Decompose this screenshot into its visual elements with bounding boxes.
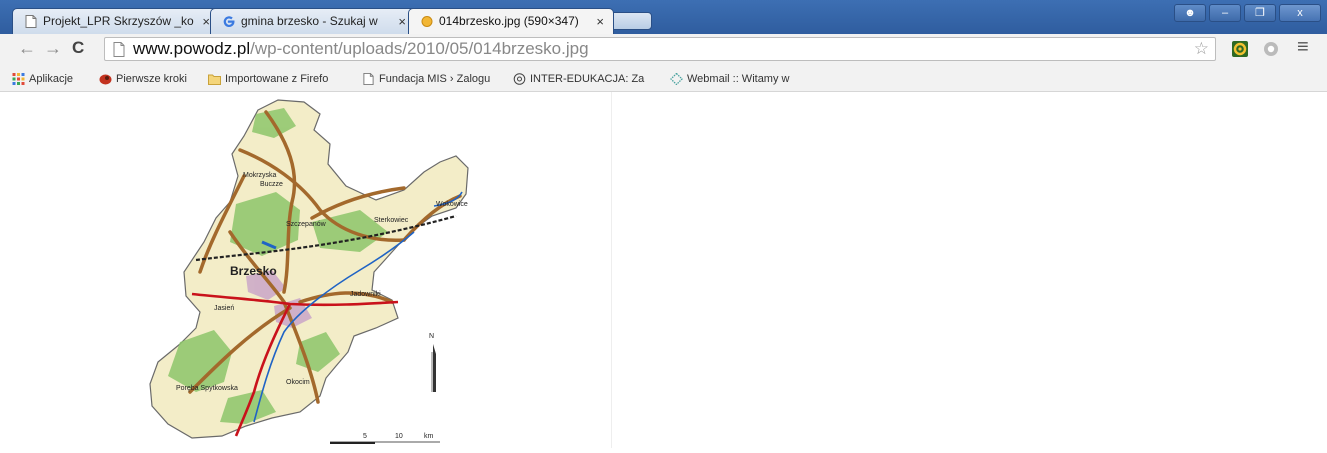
- bookmarks-bar: Aplikacje Pierwsze kroki Importowane z F…: [0, 64, 1327, 92]
- forward-button[interactable]: →: [44, 38, 62, 58]
- reload-button[interactable]: C: [72, 38, 84, 58]
- webmail-icon: [670, 73, 683, 85]
- bookmark-label: Aplikacje: [29, 73, 74, 85]
- url-text: www.powodz.pl/wp-content/uploads/2010/05…: [133, 39, 589, 59]
- label-jadowniki: Jadowniki: [350, 291, 381, 298]
- bookmark-label: Fundacja MIS › Zalogu: [379, 73, 491, 85]
- globe-icon: [513, 73, 526, 85]
- page-icon: [25, 15, 37, 28]
- label-sterkowiec: Sterkowiec: [374, 217, 409, 224]
- label-jasien: Jasień: [214, 305, 234, 312]
- scale-10: 10: [395, 433, 403, 440]
- bookmark-webmail[interactable]: Webmail :: Witamy w: [670, 71, 810, 87]
- tab-gmina-brzesko[interactable]: gmina brzesko - Szukaj w ×: [210, 8, 416, 34]
- minimize-button[interactable]: –: [1209, 4, 1241, 22]
- scale-5: 5: [363, 433, 367, 440]
- bookmark-label: INTER-EDUKACJA: Za: [530, 73, 645, 85]
- bookmark-label: Pierwsze kroki: [116, 73, 187, 85]
- menu-button[interactable]: ≡: [1297, 37, 1309, 57]
- extension-ghost-icon[interactable]: [1262, 40, 1280, 58]
- user-icon[interactable]: ☻: [1174, 4, 1206, 22]
- bookmark-pierwsze-kroki[interactable]: Pierwsze kroki: [99, 71, 201, 87]
- close-icon[interactable]: ×: [202, 9, 210, 34]
- window-controls: ☻ – ❐ x: [1174, 4, 1321, 22]
- label-okocim: Okocim: [286, 379, 310, 386]
- north-label: N: [429, 333, 434, 340]
- folder-icon: [208, 74, 221, 85]
- label-szczepanow: Szczepanów: [286, 221, 327, 228]
- bookmark-label: Importowane z Firefo: [225, 73, 329, 85]
- url-host: www.powodz.pl: [133, 39, 251, 58]
- browser-toolbar: ← → C www.powodz.pl/wp-content/uploads/2…: [0, 34, 1327, 64]
- google-icon: [223, 16, 235, 28]
- label-mokrzyska: Mokrzyska: [243, 172, 277, 179]
- address-bar[interactable]: www.powodz.pl/wp-content/uploads/2010/05…: [104, 37, 1216, 61]
- bookmark-star-icon[interactable]: ☆: [1194, 39, 1209, 59]
- tab-label: gmina brzesko - Szukaj w: [241, 14, 378, 28]
- bookmark-aplikacje[interactable]: Aplikacje: [12, 71, 92, 87]
- label-brzesko: Brzesko: [230, 264, 277, 278]
- tab-strip: Projekt_LPR Skrzyszów _ko × gmina brzesk…: [0, 0, 1327, 34]
- bookmark-importowane[interactable]: Importowane z Firefo: [208, 71, 344, 87]
- bookmark-inter-edukacja[interactable]: INTER-EDUKACJA: Za: [513, 71, 656, 87]
- tab-label: Projekt_LPR Skrzyszów _ko: [43, 14, 194, 28]
- north-arrow-icon: [433, 344, 436, 392]
- extension-target-icon[interactable]: [1231, 40, 1249, 58]
- tab-014brzesko-jpg[interactable]: 014brzesko.jpg (590×347) ×: [408, 8, 614, 34]
- apps-grid-icon: [12, 73, 25, 85]
- back-button[interactable]: ←: [18, 38, 36, 58]
- close-window-button[interactable]: x: [1279, 4, 1321, 22]
- bookmark-label: Webmail :: Witamy w: [687, 73, 790, 85]
- page-icon: [113, 42, 125, 57]
- close-icon[interactable]: ×: [596, 9, 604, 34]
- firefox-icon: [99, 74, 112, 85]
- label-wokowice: Wokowice: [436, 201, 468, 208]
- tab-label: 014brzesko.jpg (590×347): [439, 14, 579, 28]
- map-image: Mokrzyska Buczze Szczepanów Wokowice Ste…: [0, 92, 612, 448]
- scale-unit: km: [424, 433, 434, 440]
- label-buczze: Buczze: [260, 181, 283, 188]
- url-path: /wp-content/uploads/2010/05/014brzesko.j…: [250, 39, 589, 58]
- restore-button[interactable]: ❐: [1244, 4, 1276, 22]
- bookmark-fundacja-mis[interactable]: Fundacja MIS › Zalogu: [362, 71, 506, 87]
- image-viewer: Mokrzyska Buczze Szczepanów Wokowice Ste…: [0, 92, 1327, 448]
- tab-projekt-lpr[interactable]: Projekt_LPR Skrzyszów _ko ×: [12, 8, 220, 34]
- page-icon: [363, 73, 374, 85]
- new-tab-button[interactable]: [608, 12, 652, 30]
- image-icon: [421, 16, 433, 27]
- label-poreba-spytkowska: Poręba Spytkowska: [176, 385, 238, 392]
- close-icon[interactable]: ×: [398, 9, 406, 34]
- scale-bar: 5 10 km: [330, 433, 440, 444]
- brzesko-map: Mokrzyska Buczze Szczepanów Wokowice Ste…: [149, 99, 469, 444]
